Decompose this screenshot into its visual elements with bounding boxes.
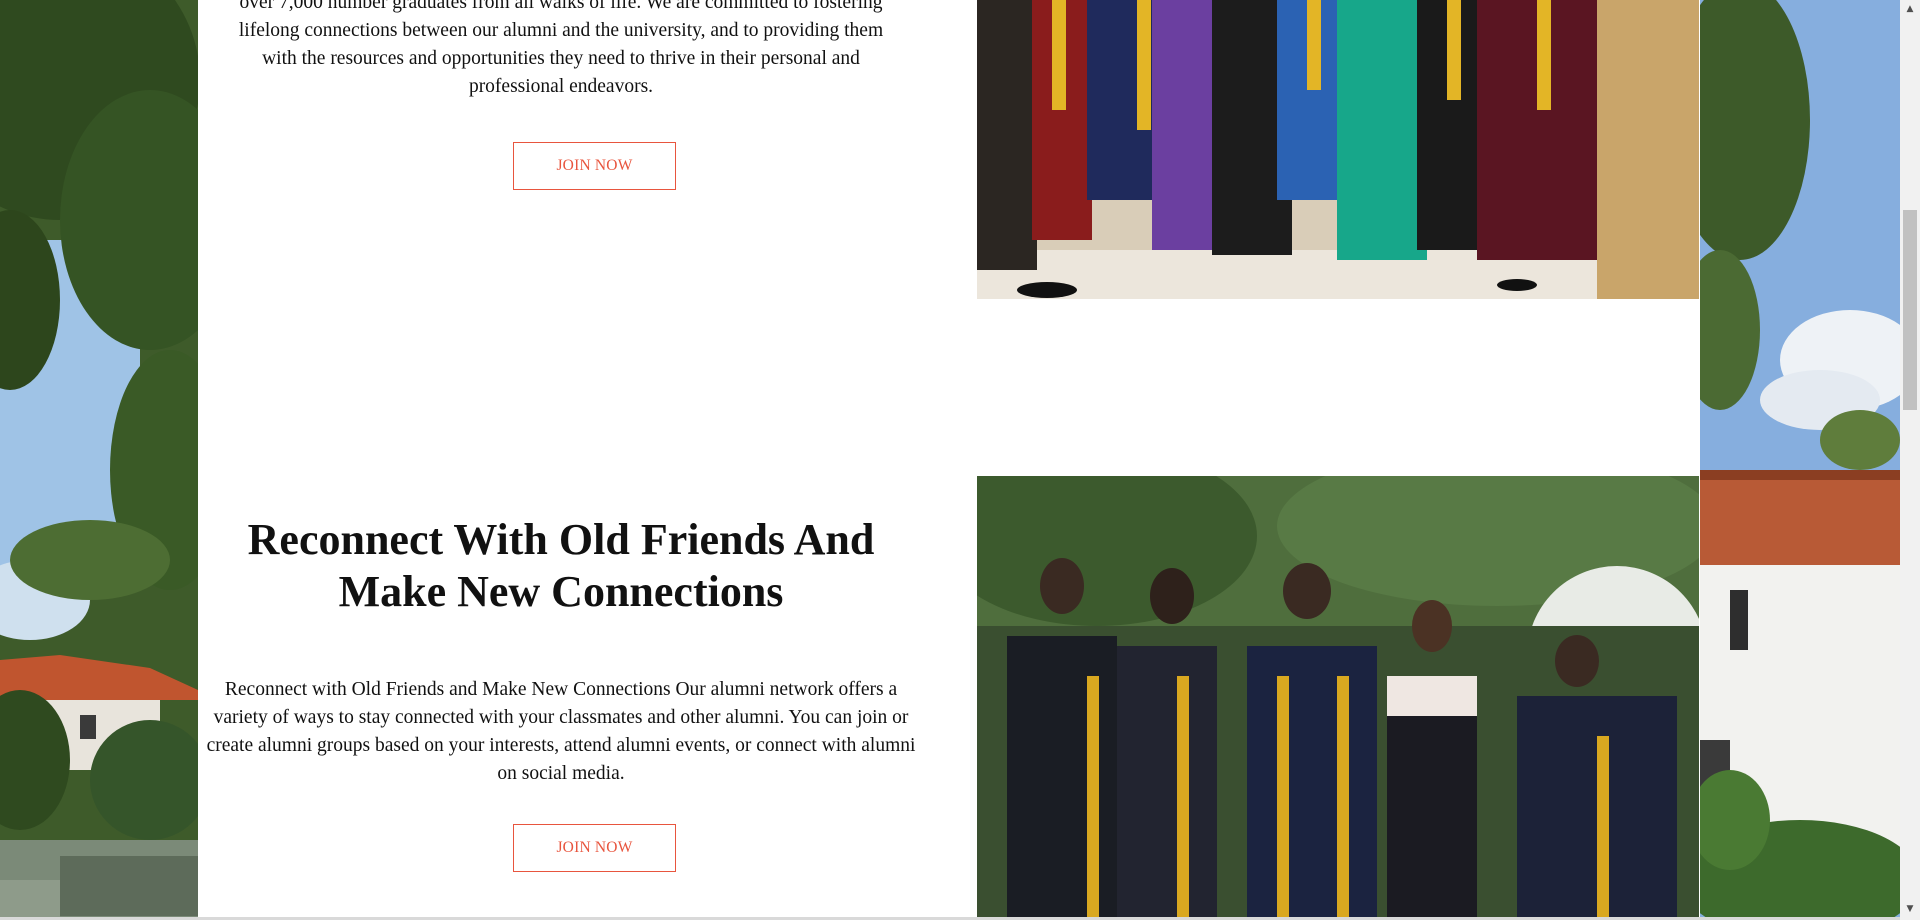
reconnect-text-column: Reconnect With Old Friends And Make New … xyxy=(198,514,924,788)
intro-paragraph-line: with the resources and opportunities the… xyxy=(262,48,860,69)
section-heading: Reconnect With Old Friends And Make New … xyxy=(247,515,875,616)
intro-paragraph: over 7,000 number graduates from all wal… xyxy=(198,0,924,101)
background-right xyxy=(1700,0,1900,920)
content-panel: over 7,000 number graduates from all wal… xyxy=(198,0,1700,920)
scroll-thumb[interactable] xyxy=(1903,210,1917,410)
background-left xyxy=(0,0,198,920)
page-viewport: over 7,000 number graduates from all wal… xyxy=(0,0,1920,920)
scroll-up-icon[interactable]: ▲ xyxy=(1900,0,1920,17)
graduates-gowns-image xyxy=(977,476,1699,920)
reconnect-paragraph: Reconnect with Old Friends and Make New … xyxy=(206,679,916,784)
campus-background-left-image xyxy=(0,0,198,920)
graduates-group-photo xyxy=(977,0,1699,299)
join-now-button[interactable]: JOIN NOW xyxy=(513,824,676,872)
intro-text-column: over 7,000 number graduates from all wal… xyxy=(198,0,924,101)
graduates-group-image xyxy=(977,0,1699,299)
graduates-in-gowns-photo xyxy=(977,476,1699,920)
alumni-intro-section: over 7,000 number graduates from all wal… xyxy=(198,0,1700,420)
scroll-down-icon[interactable]: ▼ xyxy=(1900,900,1920,917)
intro-paragraph-line: professional endeavors. xyxy=(468,76,654,97)
campus-background-right-image xyxy=(1700,0,1900,920)
intro-paragraph-line: over 7,000 number graduates from all wal… xyxy=(239,0,883,13)
reconnect-section: Reconnect With Old Friends And Make New … xyxy=(198,476,1700,920)
join-now-button[interactable]: JOIN NOW xyxy=(513,142,676,190)
intro-paragraph-line: lifelong connections between our alumni … xyxy=(238,20,884,41)
page-scrollbar[interactable]: ▲ ▼ xyxy=(1900,0,1920,920)
